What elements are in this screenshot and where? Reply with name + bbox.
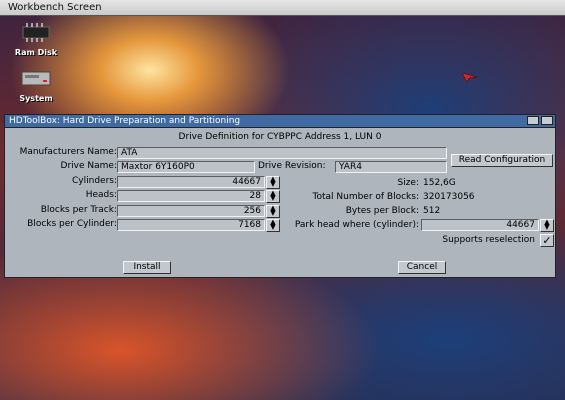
cylinders-stepper-icon[interactable]: ▲ ▼: [266, 176, 280, 189]
supports-reselection-checkbox[interactable]: ✓: [540, 234, 554, 247]
heads-stepper-icon[interactable]: ▲ ▼: [266, 190, 280, 203]
hard-drive-icon: [10, 68, 62, 92]
size-label: Size:: [397, 178, 419, 188]
hdtoolbox-window: HDToolBox: Hard Drive Preparation and Pa…: [4, 114, 556, 278]
size-value: 152,6G: [423, 178, 456, 188]
cancel-button[interactable]: Cancel: [398, 261, 446, 274]
blocks-per-track-stepper-icon[interactable]: ▲ ▼: [266, 205, 280, 218]
install-button[interactable]: Install: [123, 261, 171, 274]
window-title-bar[interactable]: HDToolBox: Hard Drive Preparation and Pa…: [5, 115, 555, 128]
total-blocks-value: 320173056: [423, 192, 475, 202]
screen-title-bar: Workbench Screen: [0, 0, 565, 16]
ram-disk-icon-item[interactable]: Ram Disk: [10, 22, 62, 57]
ram-chip-icon: [10, 22, 62, 46]
blocks-per-track-label: Blocks per Track:: [40, 205, 117, 215]
zoom-gadget-icon[interactable]: [527, 116, 539, 125]
total-blocks-label: Total Number of Blocks:: [312, 192, 420, 202]
bytes-per-block-label: Bytes per Block:: [345, 206, 419, 216]
manufacturer-label: Manufacturers Name:: [19, 147, 117, 157]
blocks-per-track-field[interactable]: 256: [117, 205, 265, 217]
ram-disk-label: Ram Disk: [14, 48, 58, 57]
drive-name-field[interactable]: Maxtor 6Y160P0: [117, 161, 255, 173]
window-title: HDToolBox: Hard Drive Preparation and Pa…: [9, 116, 241, 126]
drive-definition-heading: Drive Definition for CYBPPC Address 1, L…: [178, 132, 382, 142]
park-head-field[interactable]: 44667: [421, 219, 539, 231]
mouse-pointer-icon: [461, 68, 478, 87]
system-icon-item[interactable]: System: [10, 68, 62, 103]
screen-title: Workbench Screen: [8, 2, 102, 13]
cylinders-field[interactable]: 44667: [117, 176, 265, 188]
drive-revision-field[interactable]: YAR4: [335, 161, 447, 173]
blocks-per-cylinder-field[interactable]: 7168: [117, 219, 265, 231]
supports-reselection-label: Supports reselection: [442, 235, 535, 245]
drive-name-label: Drive Name:: [60, 161, 117, 171]
bytes-per-block-value: 512: [423, 206, 441, 216]
manufacturer-field[interactable]: ATA: [117, 147, 447, 159]
window-body: Drive Definition for CYBPPC Address 1, L…: [5, 128, 555, 278]
blocks-per-cylinder-stepper-icon[interactable]: ▲ ▼: [266, 219, 280, 232]
park-head-stepper-icon[interactable]: ▲ ▼: [540, 219, 554, 232]
heads-field[interactable]: 28: [117, 190, 265, 202]
drive-revision-label: Drive Revision:: [258, 161, 326, 171]
heads-label: Heads:: [85, 190, 117, 200]
blocks-per-cylinder-label: Blocks per Cylinder:: [27, 219, 117, 229]
checkmark-icon: ✓: [542, 234, 552, 247]
depth-gadget-icon[interactable]: [541, 116, 553, 125]
read-configuration-button[interactable]: Read Configuration: [451, 154, 553, 167]
system-label: System: [19, 94, 53, 103]
cylinders-label: Cylinders:: [72, 176, 117, 186]
park-head-label: Park head where (cylinder):: [294, 220, 419, 230]
